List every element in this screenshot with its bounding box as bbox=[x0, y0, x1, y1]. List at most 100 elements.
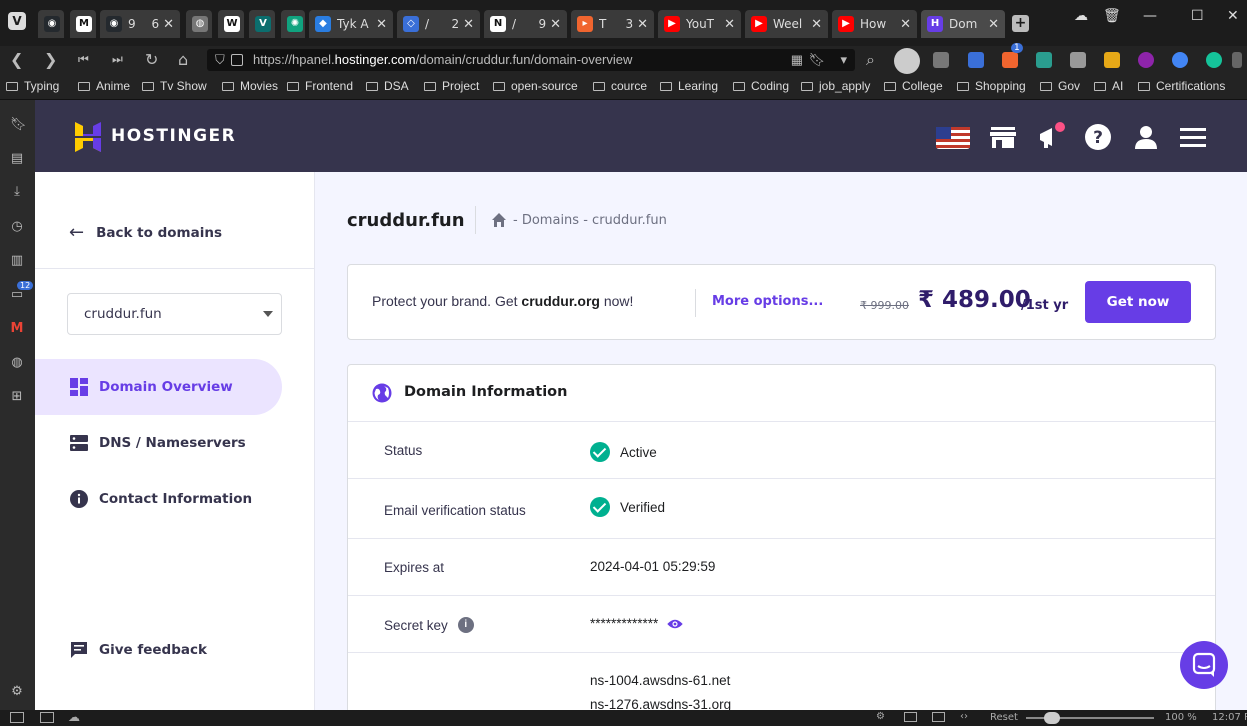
back-to-domains-link[interactable]: ← Back to domains bbox=[69, 222, 222, 243]
cloud-icon[interactable]: ☁ bbox=[68, 710, 80, 724]
bookmark-folder[interactable]: Typing bbox=[6, 79, 59, 93]
bookmark-folder[interactable]: Learing bbox=[660, 79, 718, 93]
nav-contact-information[interactable]: Contact Information bbox=[35, 471, 282, 527]
image-icon[interactable] bbox=[932, 712, 945, 722]
zoom-reset[interactable]: Reset bbox=[990, 712, 1018, 723]
browser-tab[interactable]: ◉ bbox=[38, 10, 64, 38]
bookmark-folder[interactable]: Gov bbox=[1040, 79, 1080, 93]
give-feedback-link[interactable]: Give feedback bbox=[69, 640, 207, 660]
site-info-icon[interactable] bbox=[231, 54, 243, 66]
close-icon[interactable]: ✕ bbox=[163, 17, 174, 32]
domain-select[interactable]: cruddur.fun bbox=[67, 293, 282, 335]
more-options-link[interactable]: More options... bbox=[712, 294, 823, 309]
maximize-button[interactable]: ☐ bbox=[1191, 8, 1204, 24]
bookmark-folder[interactable]: job_apply bbox=[801, 79, 870, 93]
get-now-button[interactable]: Get now bbox=[1085, 281, 1191, 323]
close-icon[interactable]: ✕ bbox=[811, 17, 822, 32]
close-icon[interactable]: ✕ bbox=[463, 17, 474, 32]
bookmark-icon[interactable]: 🔖︎ bbox=[808, 49, 825, 71]
search-icon[interactable]: ⌕ bbox=[866, 50, 875, 70]
extension-icon[interactable] bbox=[1232, 52, 1242, 68]
close-icon[interactable]: ✕ bbox=[988, 17, 999, 32]
close-window-button[interactable]: ✕ bbox=[1227, 8, 1239, 24]
close-icon[interactable]: ✕ bbox=[637, 17, 648, 32]
bookmark-folder[interactable]: cource bbox=[593, 79, 647, 93]
browser-tab[interactable]: ◆ Tyk A ✕ bbox=[309, 10, 393, 38]
browser-tab[interactable]: V bbox=[249, 10, 275, 38]
browser-tab[interactable]: H Dom ✕ bbox=[921, 10, 1005, 38]
reading-list-icon[interactable]: ▤ bbox=[10, 152, 24, 166]
code-icon[interactable]: ‹› bbox=[960, 711, 968, 722]
forward-icon[interactable]: ❯ bbox=[44, 50, 57, 69]
home-icon[interactable] bbox=[491, 212, 507, 228]
mail-panel-icon[interactable]: ▭ bbox=[10, 288, 24, 302]
announcement-icon[interactable] bbox=[1036, 122, 1066, 152]
eye-icon[interactable] bbox=[666, 618, 684, 630]
history-icon[interactable]: ◷ bbox=[10, 220, 24, 234]
extension-icon[interactable] bbox=[968, 52, 984, 68]
extension-icon[interactable] bbox=[933, 52, 949, 68]
bookmark-folder[interactable]: Movies bbox=[222, 79, 278, 93]
help-icon[interactable]: ? bbox=[1083, 122, 1113, 152]
bookmark-folder[interactable]: Project bbox=[424, 79, 479, 93]
store-icon[interactable] bbox=[988, 122, 1018, 152]
settings-icon[interactable]: ⚙ bbox=[10, 685, 24, 699]
account-icon[interactable] bbox=[1131, 122, 1161, 152]
extension-icon[interactable] bbox=[1138, 52, 1154, 68]
bookmark-folder[interactable]: Frontend bbox=[287, 79, 353, 93]
trash-icon[interactable]: 🗑 bbox=[1103, 8, 1121, 24]
bookmark-folder[interactable]: College bbox=[884, 79, 943, 93]
cloud-sync-icon[interactable]: ☁ bbox=[1074, 8, 1088, 24]
add-panel-icon[interactable]: ⊞ bbox=[10, 390, 24, 404]
zoom-slider-handle[interactable] bbox=[1044, 712, 1060, 724]
browser-tab[interactable]: ◇ / 2 ✕ bbox=[397, 10, 480, 38]
browser-tab[interactable]: ◉ 9 6 ✕ bbox=[100, 10, 180, 38]
rewind-icon[interactable]: ⏮ bbox=[78, 52, 89, 67]
minimize-button[interactable]: — bbox=[1143, 8, 1157, 24]
close-icon[interactable]: ✕ bbox=[900, 17, 911, 32]
qr-icon[interactable]: ▦ bbox=[791, 49, 803, 71]
bookmarks-panel-icon[interactable]: 🔖︎ bbox=[10, 118, 27, 132]
close-icon[interactable]: ✕ bbox=[376, 17, 387, 32]
close-icon[interactable]: ✕ bbox=[724, 17, 735, 32]
url-field[interactable]: ⛉ https://hpanel.hostinger.com/domain/cr… bbox=[207, 49, 855, 71]
shield-icon[interactable]: ⛉ bbox=[215, 49, 225, 71]
browser-tab[interactable]: ◍ bbox=[186, 10, 212, 38]
browser-tab[interactable]: M bbox=[70, 10, 96, 38]
browser-tab[interactable]: W bbox=[218, 10, 244, 38]
vivaldi-menu-icon[interactable]: V bbox=[8, 12, 26, 30]
bookmark-folder[interactable]: Tv Show bbox=[142, 79, 207, 93]
tiling-icon[interactable] bbox=[40, 712, 54, 723]
browser-tab[interactable]: ✺ bbox=[281, 10, 305, 38]
close-icon[interactable]: ✕ bbox=[550, 17, 561, 32]
gmail-icon[interactable]: M bbox=[10, 322, 24, 336]
window-icon[interactable] bbox=[904, 712, 917, 722]
browser-tab[interactable]: N / 9 ✕ bbox=[484, 10, 567, 38]
browser-tab[interactable]: ▶ Weel ✕ bbox=[745, 10, 828, 38]
bookmark-folder[interactable]: Coding bbox=[733, 79, 789, 93]
browser-tab[interactable]: ▶ How ✕ bbox=[832, 10, 917, 38]
browser-tab[interactable]: ▸ T 3 ✕ bbox=[571, 10, 654, 38]
back-icon[interactable]: ❮ bbox=[10, 50, 23, 69]
nav-domain-overview[interactable]: Domain Overview bbox=[35, 359, 282, 415]
bookmark-folder[interactable]: Shopping bbox=[957, 79, 1026, 93]
browser-tab[interactable]: ▶ YouT ✕ bbox=[658, 10, 741, 38]
page-actions-icon[interactable]: ⚙ bbox=[876, 711, 885, 722]
extension-icon[interactable] bbox=[1206, 52, 1222, 68]
bookmark-folder[interactable]: AI bbox=[1094, 79, 1123, 93]
profile-avatar[interactable] bbox=[894, 48, 920, 74]
bookmark-folder[interactable]: open-source bbox=[493, 79, 578, 93]
info-icon[interactable]: i bbox=[457, 617, 474, 633]
notes-icon[interactable]: ▥ bbox=[10, 254, 24, 268]
new-tab-button[interactable]: + bbox=[1012, 15, 1029, 32]
chat-button[interactable] bbox=[1180, 641, 1228, 689]
extension-icon[interactable] bbox=[1036, 52, 1052, 68]
extension-icon[interactable] bbox=[1070, 52, 1086, 68]
bookmark-folder[interactable]: Anime bbox=[78, 79, 130, 93]
panel-toggle-icon[interactable] bbox=[10, 712, 24, 723]
extension-icon[interactable] bbox=[1172, 52, 1188, 68]
extension-icon[interactable] bbox=[1002, 52, 1018, 68]
extension-icon[interactable] bbox=[1104, 52, 1120, 68]
reload-icon[interactable]: ↻ bbox=[145, 50, 158, 69]
web-panel-icon[interactable]: ◍ bbox=[10, 356, 24, 370]
